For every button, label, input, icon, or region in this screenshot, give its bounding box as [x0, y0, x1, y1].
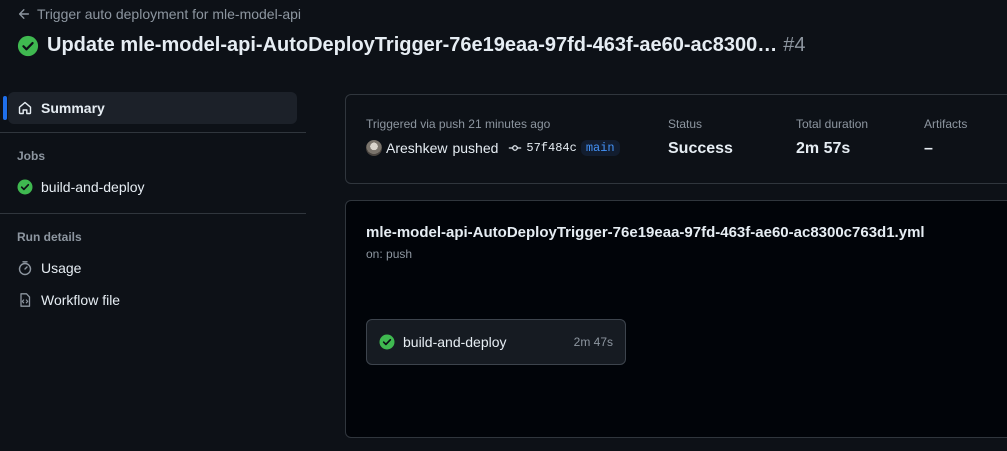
- sidebar-item-label: Usage: [41, 260, 82, 276]
- actor-link[interactable]: Areshkew: [386, 140, 447, 156]
- home-icon: [18, 101, 32, 115]
- job-node-build-and-deploy[interactable]: build-and-deploy 2m 47s: [366, 319, 626, 365]
- job-duration: 2m 47s: [573, 335, 613, 349]
- check-circle-icon: [17, 179, 33, 195]
- run-details-heading: Run details: [17, 230, 82, 244]
- artifacts-info: Artifacts –: [924, 117, 967, 158]
- check-circle-icon: [379, 334, 395, 350]
- avatar[interactable]: [366, 140, 382, 156]
- trigger-info: Triggered via push 21 minutes ago Areshk…: [366, 117, 620, 156]
- file-code-icon: [20, 293, 31, 307]
- duration-info: Total duration 2m 57s: [796, 117, 868, 158]
- status-value: Success: [668, 140, 733, 157]
- action-text: pushed: [452, 140, 499, 156]
- page-title: Update mle-model-api-AutoDeployTrigger-7…: [47, 34, 778, 56]
- sidebar-item-summary[interactable]: Summary: [3, 92, 297, 124]
- branch-badge[interactable]: main: [580, 140, 620, 156]
- run-title-row: Update mle-model-api-AutoDeployTrigger-7…: [17, 34, 806, 57]
- sidebar-item-build-and-deploy[interactable]: build-and-deploy: [8, 171, 297, 203]
- sidebar-divider: [0, 132, 306, 133]
- artifacts-label: Artifacts: [924, 117, 968, 131]
- stopwatch-icon: [18, 261, 32, 276]
- back-link-label: Trigger auto deployment for mle-model-ap…: [37, 6, 302, 22]
- job-name: build-and-deploy: [403, 334, 507, 350]
- sidebar-item-label: build-and-deploy: [41, 179, 145, 195]
- check-circle-icon: [17, 35, 39, 56]
- sidebar: Summary Jobs build-and-deploy Run detail…: [0, 92, 306, 316]
- artifacts-value: –: [924, 140, 933, 157]
- arrow-left-icon: [18, 9, 30, 19]
- sidebar-item-usage[interactable]: Usage: [8, 252, 297, 284]
- workflow-run-page: Trigger auto deployment for mle-model-ap…: [0, 0, 1007, 451]
- sidebar-item-label: Workflow file: [41, 292, 121, 308]
- sidebar-divider: [0, 213, 306, 214]
- run-summary-card: Triggered via push 21 minutes ago Areshk…: [345, 94, 1007, 184]
- back-to-workflow-link[interactable]: Trigger auto deployment for mle-model-ap…: [17, 6, 301, 22]
- workflow-graph-card: mle-model-api-AutoDeployTrigger-76e19eaa…: [345, 200, 1007, 438]
- workflow-file-name: mle-model-api-AutoDeployTrigger-76e19eaa…: [366, 224, 925, 241]
- sidebar-item-label: Summary: [41, 100, 105, 116]
- duration-label: Total duration: [796, 117, 869, 131]
- status-info: Status Success: [668, 117, 733, 158]
- commit-sha-link[interactable]: 57f484c: [526, 141, 576, 155]
- status-label: Status: [668, 117, 703, 131]
- sidebar-item-workflow-file[interactable]: Workflow file: [8, 284, 297, 316]
- duration-value: 2m 57s: [796, 140, 851, 157]
- push-details: Areshkew pushed 57f484c main: [366, 140, 620, 156]
- workflow-trigger: on: push: [366, 247, 413, 261]
- git-commit-icon: [509, 145, 522, 151]
- run-number: #4: [783, 34, 806, 56]
- jobs-heading: Jobs: [17, 149, 46, 163]
- trigger-label: Triggered via push 21 minutes ago: [366, 117, 551, 131]
